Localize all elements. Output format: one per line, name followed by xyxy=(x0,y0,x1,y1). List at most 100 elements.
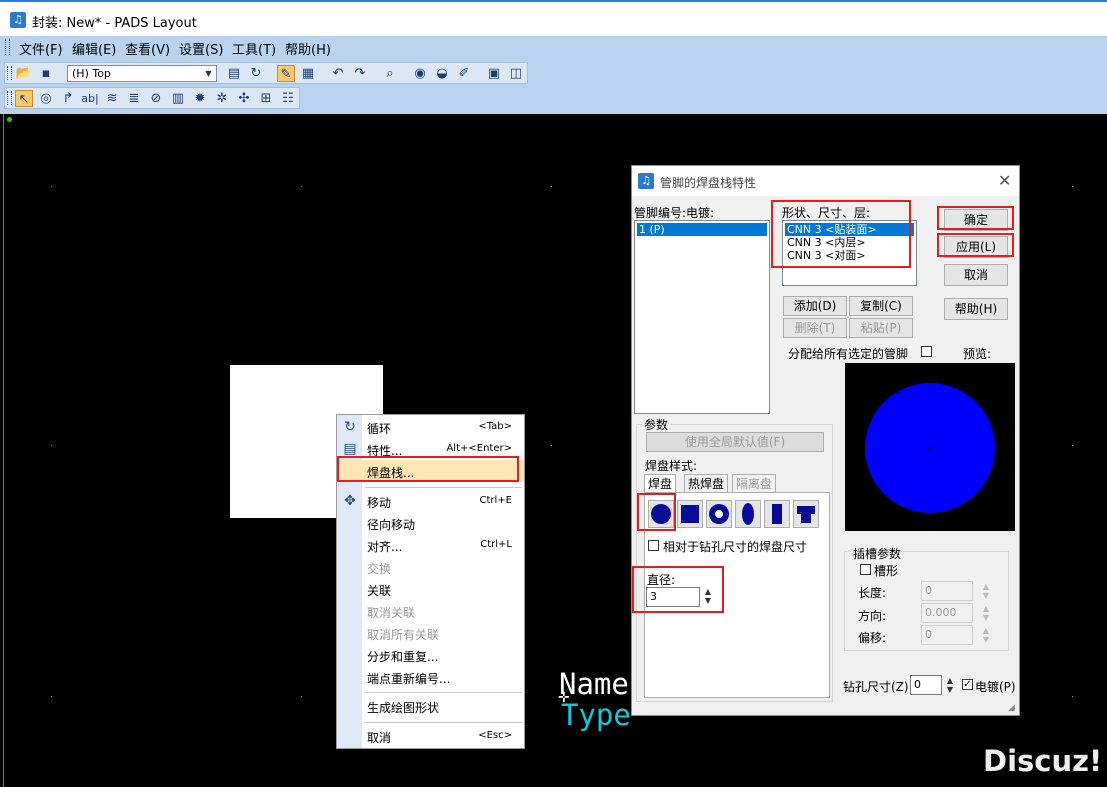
view-icon[interactable]: ◉ xyxy=(411,65,429,82)
slotted-checkbox[interactable] xyxy=(860,564,871,575)
properties-icon: ▤ xyxy=(343,441,357,457)
menu-item-associate[interactable]: 关联 xyxy=(337,578,524,600)
menu-toolbar-area: 文件(F) 编辑(E) 查看(V) 设置(S) 工具(T) 帮助(H) 📂 ▪ … xyxy=(0,36,1107,114)
menu-item-shortcut: Ctrl+L xyxy=(480,539,512,550)
dimension-icon[interactable]: ✣ xyxy=(235,90,253,107)
table-icon[interactable]: ☷ xyxy=(279,90,297,107)
shape-square-button[interactable] xyxy=(677,500,703,528)
close-icon[interactable]: ✕ xyxy=(998,171,1011,190)
decal-wizard-icon[interactable]: ✲ xyxy=(213,90,231,107)
menu-file[interactable]: 文件(F) xyxy=(19,39,63,58)
copper-icon[interactable]: ≋ xyxy=(103,90,121,107)
wizard-icon[interactable]: ▣ xyxy=(485,65,503,82)
menu-item-label: 取消 xyxy=(367,731,392,745)
menu-item-create-drawing-shape[interactable]: 生成绘图形状 xyxy=(337,695,524,717)
menu-item-radial-move[interactable]: 径向移动 xyxy=(337,512,524,534)
delete-button[interactable]: 删除(T) xyxy=(783,318,847,338)
tab-antipad[interactable]: 隔离盘 xyxy=(732,474,777,493)
menu-item-move[interactable]: ✥ 移动 Ctrl+E xyxy=(337,490,524,512)
cancel-button[interactable]: 取消 xyxy=(944,264,1008,286)
slot-orientation-stepper[interactable]: ▲ ▼ xyxy=(981,604,991,622)
drafting-toolbar-grip[interactable] xyxy=(7,91,12,105)
menu-item-label: 取消关联 xyxy=(367,606,416,620)
help-button[interactable]: 帮助(H) xyxy=(944,298,1008,320)
copper-cutout-icon[interactable]: ≣ xyxy=(125,90,143,107)
copy-button[interactable]: 复制(C) xyxy=(849,296,913,316)
properties-icon[interactable]: ▤ xyxy=(225,65,243,82)
add-button[interactable]: 添加(D) xyxy=(783,296,847,316)
menu-item-cancel[interactable]: 取消 <Esc> xyxy=(337,725,524,747)
brush-icon[interactable]: ✐ xyxy=(455,65,473,82)
use-global-defaults-button[interactable]: 使用全局默认值(F) xyxy=(646,432,824,452)
slot-length-stepper[interactable]: ▲ ▼ xyxy=(981,582,991,600)
slot-orientation-input[interactable]: 0.000 xyxy=(921,603,973,623)
redraw-icon[interactable]: ◒ xyxy=(433,65,451,82)
resize-grip-icon[interactable]: ◢ xyxy=(1008,703,1015,713)
drafting-toolbar-icon[interactable]: ✎ xyxy=(277,65,295,82)
menu-item-label: 生成绘图形状 xyxy=(367,701,440,715)
pad-style-label: 焊盘样式: xyxy=(645,459,698,473)
toolbar-grip[interactable] xyxy=(7,66,12,80)
menu-item-cycle[interactable]: ↻ 循环 <Tab> xyxy=(337,416,524,438)
layer-select-value: (H) Top xyxy=(72,67,111,80)
from-library-icon[interactable]: ▥ xyxy=(169,90,187,107)
path-icon[interactable]: ↱ xyxy=(59,90,77,107)
menu-view[interactable]: 查看(V) xyxy=(125,39,170,58)
paste-button[interactable]: 粘贴(P) xyxy=(849,318,913,338)
pin-list-item[interactable]: 1 (P) xyxy=(637,223,767,236)
menu-item-label: 循环 xyxy=(367,422,392,436)
menu-grip[interactable] xyxy=(5,39,10,55)
menu-item-shortcut: <Esc> xyxy=(478,730,512,741)
highlight-diameter xyxy=(632,566,724,613)
relative-drill-checkbox[interactable] xyxy=(648,540,659,551)
cycle-icon[interactable]: ↻ xyxy=(247,65,265,82)
assign-all-checkbox[interactable] xyxy=(921,346,932,357)
drill-size-input[interactable]: 0 xyxy=(910,675,942,695)
keepout-icon[interactable]: ⊘ xyxy=(147,90,165,107)
menu-item-step-repeat[interactable]: 分步和重复... xyxy=(337,644,524,666)
terminal-icon[interactable]: ◎ xyxy=(37,90,55,107)
move-icon: ✥ xyxy=(344,493,356,509)
menu-item-unassociate-all[interactable]: 取消所有关联 xyxy=(337,622,524,644)
menu-help[interactable]: 帮助(H) xyxy=(285,39,331,58)
menu-bar: 文件(F) 编辑(E) 查看(V) 设置(S) 工具(T) 帮助(H) xyxy=(0,36,1107,58)
plated-checkbox[interactable]: ✓ xyxy=(962,679,973,690)
slot-orientation-label: 方向: xyxy=(858,609,887,623)
pin-array-icon[interactable]: ⊞ xyxy=(257,90,275,107)
pin-list[interactable]: 1 (P) xyxy=(634,220,770,414)
menu-item-align[interactable]: 对齐... Ctrl+L xyxy=(337,534,524,556)
slot-length-input[interactable]: 0 xyxy=(921,581,973,601)
drill-size-stepper[interactable]: ▲ ▼ xyxy=(945,676,955,694)
cycle-icon: ↻ xyxy=(344,419,356,435)
window-icon[interactable]: ◫ xyxy=(507,65,525,82)
menu-item-renumber-terminals[interactable]: 端点重新编号... xyxy=(337,666,524,688)
redo-icon[interactable]: ↷ xyxy=(351,65,369,82)
standard-toolbar: 📂 ▪ (H) Top ▼ ▤ ↻ ✎ ▦ ↶ ↷ ⌕ ◉ ◒ ✐ ▣ ◫ xyxy=(4,62,528,84)
zoom-icon[interactable]: ⌕ xyxy=(381,65,399,82)
drafting-toolbar: ↖ ◎ ↱ ab| ≋ ≣ ⊘ ▥ ✹ ✲ ✣ ⊞ ☷ xyxy=(4,87,300,109)
save-icon[interactable]: ▪ xyxy=(37,65,55,82)
slot-offset-stepper[interactable]: ▲ ▼ xyxy=(981,626,991,644)
relative-drill-label: 相对于钻孔尺寸的焊盘尺寸 xyxy=(663,540,808,554)
undo-icon[interactable]: ↶ xyxy=(329,65,347,82)
layer-select[interactable]: (H) Top ▼ xyxy=(67,65,217,82)
slot-offset-input[interactable]: 0 xyxy=(921,625,973,645)
wizard-burst-icon[interactable]: ✹ xyxy=(191,90,209,107)
highlight-ok-button xyxy=(937,206,1014,230)
menu-separator xyxy=(365,722,522,723)
tab-thermal[interactable]: 热焊盘 xyxy=(684,474,729,493)
design-toolbar-icon[interactable]: ▦ xyxy=(299,65,317,82)
menu-tools[interactable]: 工具(T) xyxy=(232,39,276,58)
shape-custom-button[interactable] xyxy=(793,500,819,528)
text-icon[interactable]: ab| xyxy=(81,90,99,107)
shape-rectangle-button[interactable] xyxy=(764,500,790,528)
shape-annular-button[interactable] xyxy=(706,500,732,528)
menu-setup[interactable]: 设置(S) xyxy=(179,39,223,58)
tab-pad[interactable]: 焊盘 xyxy=(644,474,677,494)
menu-item-unassociate[interactable]: 取消关联 xyxy=(337,600,524,622)
shape-oval-button[interactable] xyxy=(735,500,761,528)
menu-edit[interactable]: 编辑(E) xyxy=(72,39,116,58)
menu-item-swap[interactable]: 交换 xyxy=(337,556,524,578)
select-arrow-icon[interactable]: ↖ xyxy=(15,90,33,107)
open-icon[interactable]: 📂 xyxy=(15,65,33,82)
